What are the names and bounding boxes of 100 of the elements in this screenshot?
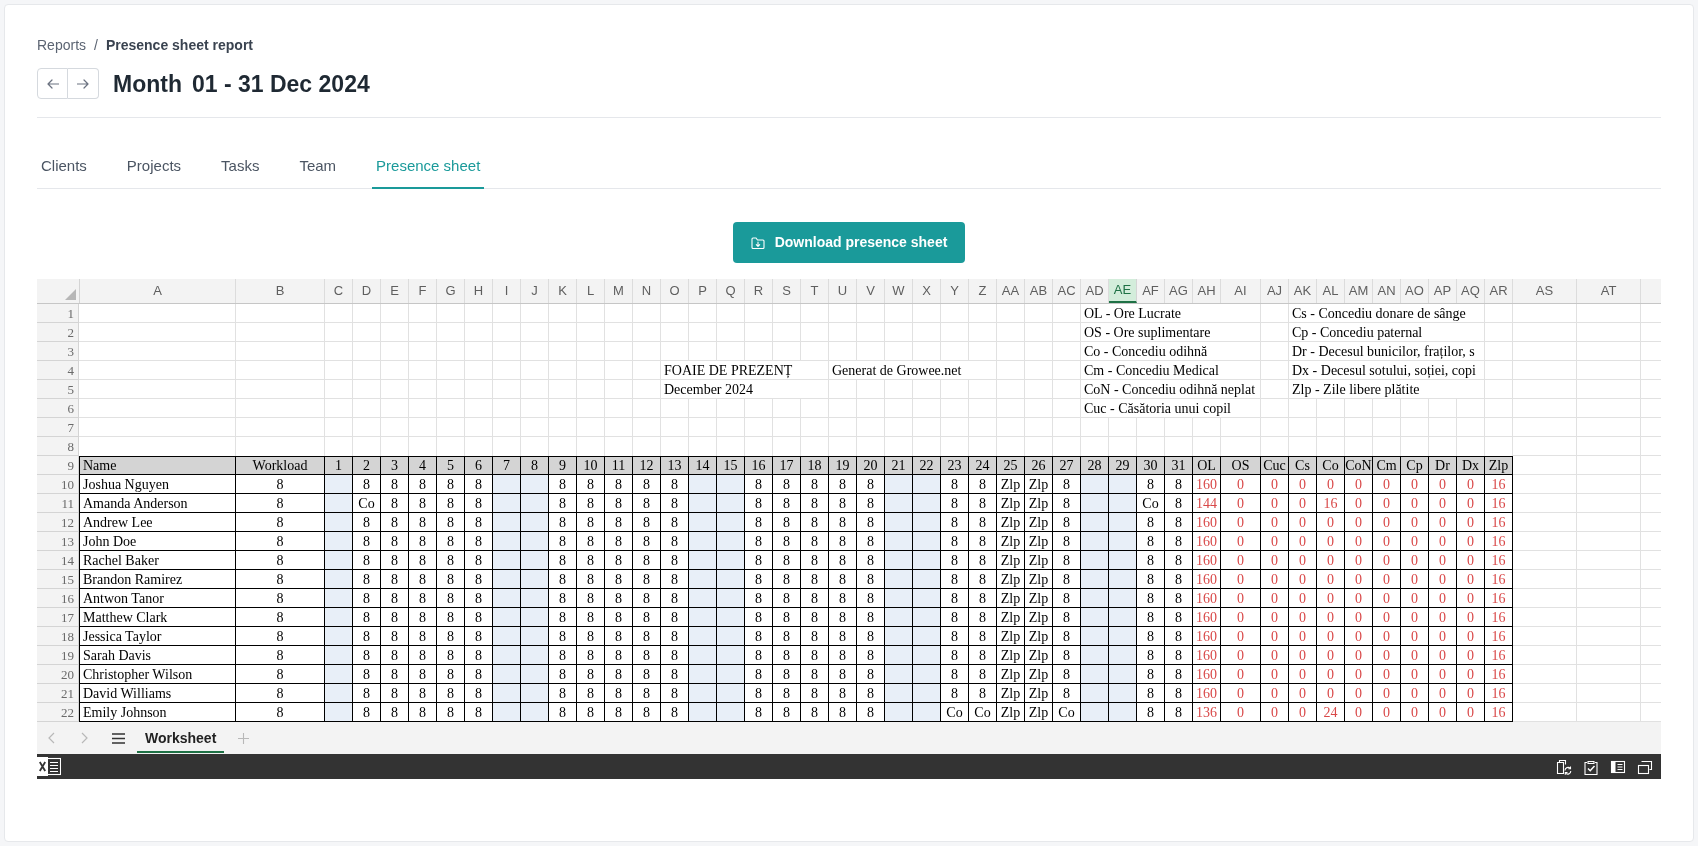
- column-header[interactable]: AO: [1401, 279, 1429, 303]
- download-button[interactable]: Download presence sheet: [732, 222, 966, 263]
- column-header[interactable]: AC: [1053, 279, 1081, 303]
- table-cell: 8: [829, 684, 857, 703]
- empty-cell: [325, 323, 353, 342]
- column-header[interactable]: I: [493, 279, 521, 303]
- tab[interactable]: Tasks: [217, 146, 264, 189]
- column-header[interactable]: AL: [1317, 279, 1345, 303]
- column-header[interactable]: AG: [1165, 279, 1193, 303]
- table-cell: 8: [1137, 475, 1165, 494]
- column-header[interactable]: AP: [1429, 279, 1457, 303]
- column-header[interactable]: V: [857, 279, 885, 303]
- breadcrumb-link[interactable]: Reports: [37, 35, 87, 55]
- column-header[interactable]: AE: [1109, 279, 1137, 303]
- corner-triangle-icon[interactable]: [65, 289, 76, 300]
- row-header[interactable]: 2: [37, 323, 79, 342]
- row-header[interactable]: 19: [37, 646, 79, 665]
- column-header[interactable]: AS: [1513, 279, 1577, 303]
- column-header[interactable]: Q: [717, 279, 745, 303]
- table-cell: 8: [409, 494, 437, 513]
- column-header[interactable]: AQ: [1457, 279, 1485, 303]
- total-cell: 0: [1261, 551, 1289, 570]
- column-header[interactable]: AK: [1289, 279, 1317, 303]
- tab[interactable]: Projects: [122, 146, 186, 189]
- column-header[interactable]: P: [689, 279, 717, 303]
- clipboard-check-icon[interactable]: [1583, 758, 1599, 775]
- document-sync-icon[interactable]: [1556, 758, 1572, 775]
- column-header[interactable]: H: [465, 279, 493, 303]
- column-header[interactable]: AB: [1025, 279, 1053, 303]
- column-header[interactable]: Y: [941, 279, 969, 303]
- column-header[interactable]: AM: [1345, 279, 1373, 303]
- empty-cell: [857, 399, 885, 418]
- empty-cell: [325, 399, 353, 418]
- column-header[interactable]: G: [437, 279, 465, 303]
- row-header[interactable]: 10: [37, 475, 79, 494]
- column-header[interactable]: L: [577, 279, 605, 303]
- column-header[interactable]: F: [409, 279, 437, 303]
- column-header[interactable]: W: [885, 279, 913, 303]
- column-header[interactable]: AT: [1577, 279, 1641, 303]
- row-header[interactable]: 13: [37, 532, 79, 551]
- column-header[interactable]: X: [913, 279, 941, 303]
- window-restore-icon[interactable]: [1637, 758, 1653, 775]
- column-header[interactable]: AJ: [1261, 279, 1289, 303]
- row-header[interactable]: 4: [37, 361, 79, 380]
- column-header[interactable]: C: [325, 279, 353, 303]
- table-cell: 8: [353, 608, 381, 627]
- row-header[interactable]: 9: [37, 456, 79, 475]
- reading-view-icon[interactable]: [1610, 758, 1626, 775]
- column-header[interactable]: B: [236, 279, 325, 303]
- column-header[interactable]: A: [79, 279, 236, 303]
- column-header[interactable]: O: [661, 279, 689, 303]
- row-header[interactable]: 20: [37, 665, 79, 684]
- column-header[interactable]: D: [353, 279, 381, 303]
- row-header[interactable]: 14: [37, 551, 79, 570]
- row-header[interactable]: 3: [37, 342, 79, 361]
- row-header[interactable]: 16: [37, 589, 79, 608]
- plus-icon[interactable]: [238, 732, 250, 744]
- column-header[interactable]: AR: [1485, 279, 1513, 303]
- column-header[interactable]: E: [381, 279, 409, 303]
- column-header[interactable]: K: [549, 279, 577, 303]
- row-header[interactable]: 17: [37, 608, 79, 627]
- row-header[interactable]: 11: [37, 494, 79, 513]
- table-cell: 8: [605, 684, 633, 703]
- table-cell: 8: [661, 703, 689, 722]
- tab[interactable]: Presence sheet: [372, 146, 485, 189]
- table-cell: 8: [381, 703, 409, 722]
- column-header[interactable]: AF: [1137, 279, 1165, 303]
- column-header[interactable]: S: [773, 279, 801, 303]
- column-header[interactable]: AN: [1373, 279, 1401, 303]
- total-cell: 0: [1457, 532, 1485, 551]
- column-header[interactable]: J: [521, 279, 549, 303]
- column-header[interactable]: AH: [1193, 279, 1221, 303]
- column-header[interactable]: N: [633, 279, 661, 303]
- empty-cell: [773, 418, 801, 437]
- column-header[interactable]: AA: [997, 279, 1025, 303]
- tab[interactable]: Team: [295, 146, 341, 189]
- column-header[interactable]: Z: [969, 279, 997, 303]
- row-header[interactable]: 21: [37, 684, 79, 703]
- tab[interactable]: Clients: [37, 146, 91, 189]
- column-header[interactable]: T: [801, 279, 829, 303]
- row-header[interactable]: 12: [37, 513, 79, 532]
- row-header[interactable]: 15: [37, 570, 79, 589]
- column-header[interactable]: AI: [1221, 279, 1261, 303]
- total-cell: 0: [1221, 665, 1261, 684]
- menu-icon[interactable]: [112, 732, 125, 744]
- chevron-right-icon[interactable]: [81, 732, 88, 744]
- column-header[interactable]: U: [829, 279, 857, 303]
- chevron-left-icon[interactable]: [48, 732, 55, 744]
- empty-cell: [1025, 380, 1053, 399]
- row-header[interactable]: 8: [37, 437, 79, 456]
- previous-button[interactable]: [37, 68, 68, 99]
- row-header[interactable]: 18: [37, 627, 79, 646]
- row-header[interactable]: 7: [37, 418, 79, 437]
- row-header[interactable]: 6: [37, 399, 79, 418]
- row-header[interactable]: 22: [37, 703, 79, 722]
- row-header[interactable]: 1: [37, 304, 79, 323]
- next-button[interactable]: [68, 68, 99, 99]
- column-header[interactable]: M: [605, 279, 633, 303]
- column-header[interactable]: R: [745, 279, 773, 303]
- row-header[interactable]: 5: [37, 380, 79, 399]
